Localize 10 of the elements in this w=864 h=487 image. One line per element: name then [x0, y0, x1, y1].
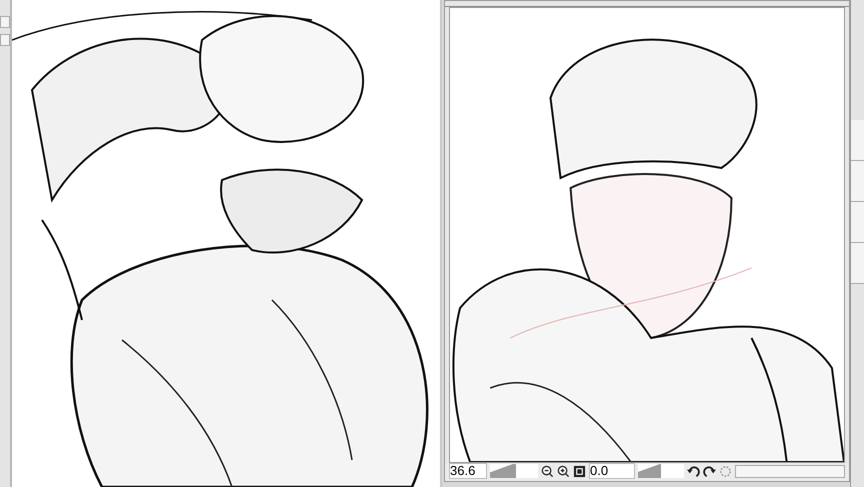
scrollbar[interactable]: [735, 464, 845, 478]
rotate-left-icon[interactable]: [687, 464, 700, 478]
zoom-in-icon[interactable]: [557, 464, 570, 478]
fit-icon[interactable]: [573, 464, 586, 478]
rotate-right-icon[interactable]: [703, 464, 716, 478]
zoom-slider[interactable]: [490, 464, 516, 478]
rotation-slider[interactable]: [638, 464, 661, 478]
rotation-field[interactable]: 0.0: [589, 463, 635, 479]
zoom-out-icon[interactable]: [541, 464, 554, 478]
zoom-field[interactable]: 36.6: [449, 463, 487, 479]
